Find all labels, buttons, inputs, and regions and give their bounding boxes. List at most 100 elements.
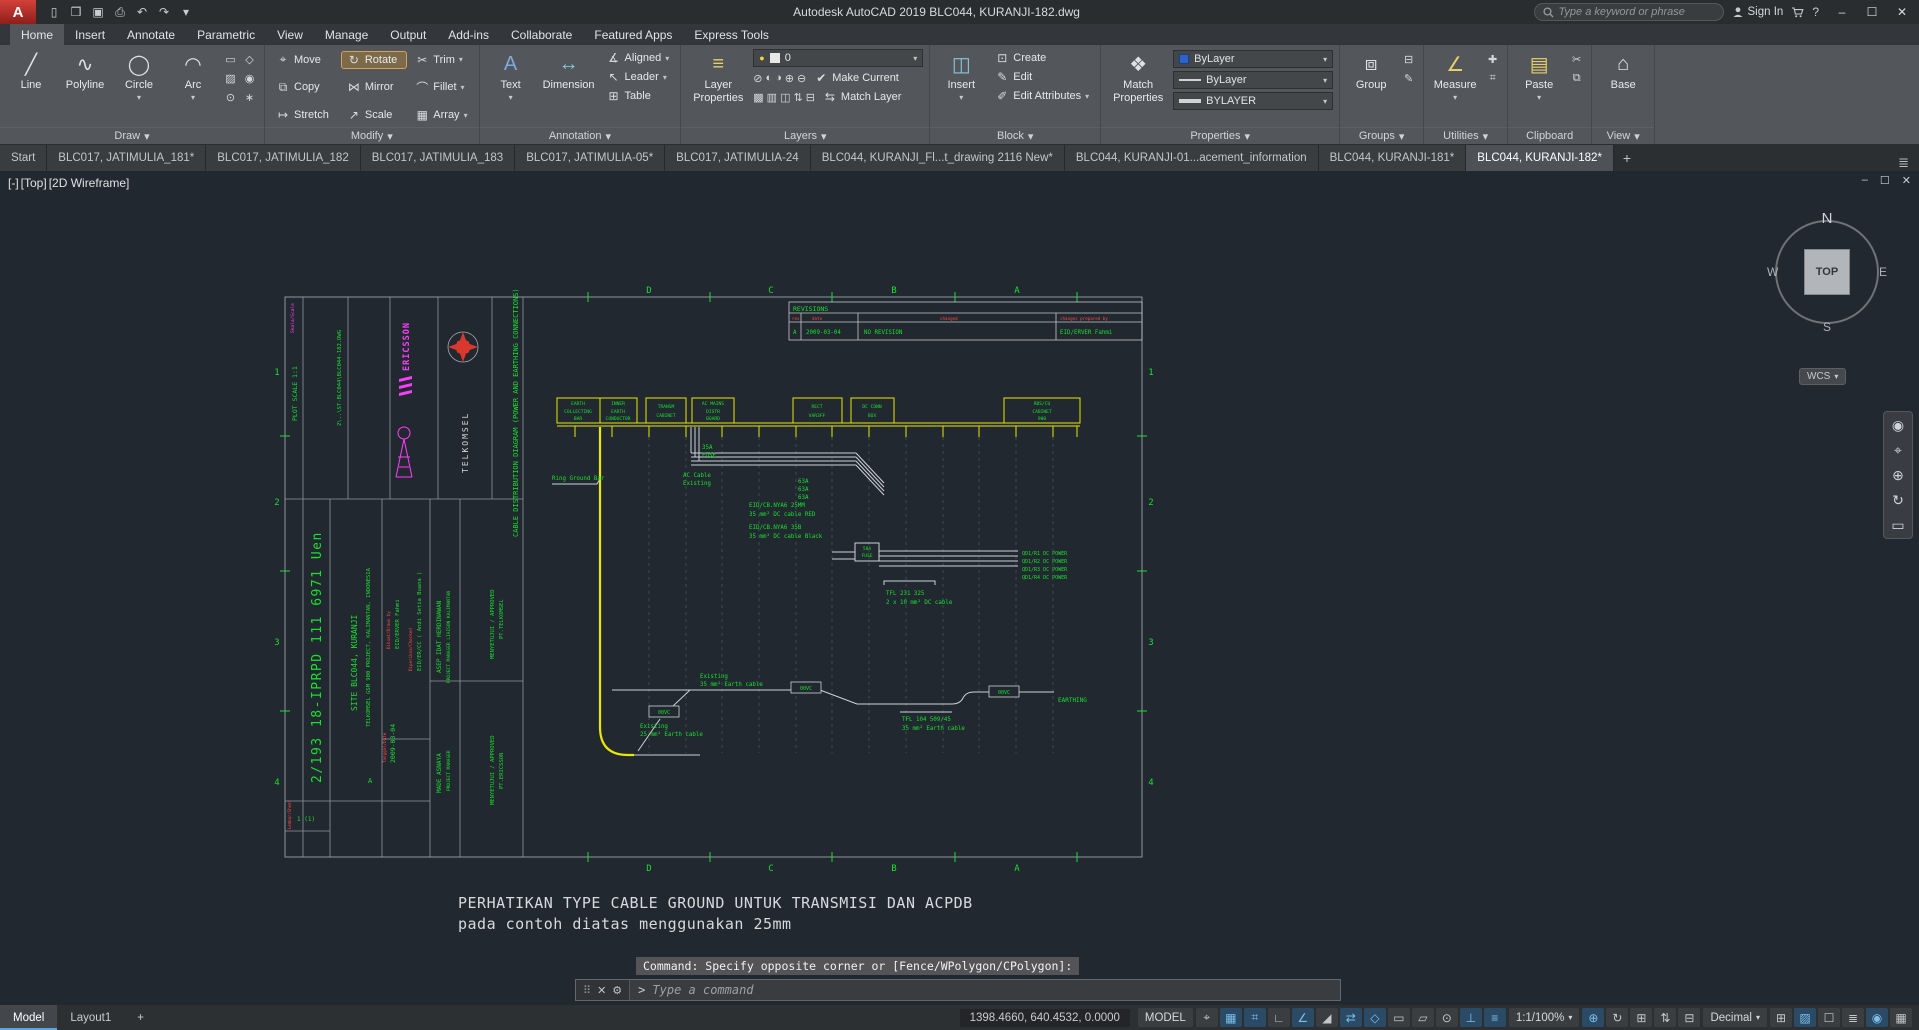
feedback-icon[interactable]: ◉ bbox=[1866, 1008, 1888, 1027]
showmotion-icon[interactable]: ▭ bbox=[1891, 518, 1904, 532]
help-icon[interactable]: ? bbox=[1812, 5, 1819, 19]
layer-delete-icon[interactable]: ⊟ bbox=[806, 91, 815, 104]
display-options-icon[interactable]: ▦ bbox=[1890, 1008, 1912, 1027]
panel-label-groups[interactable]: Groups ▾ bbox=[1340, 127, 1424, 144]
ribbon-tab[interactable]: Output bbox=[379, 24, 437, 45]
layer-walk-icon[interactable]: ◫ bbox=[780, 91, 790, 104]
layer-freeze-icon[interactable]: ⊕ bbox=[785, 72, 794, 85]
new-file-icon[interactable]: ▯ bbox=[44, 2, 64, 22]
polygon-icon[interactable]: ◇ bbox=[241, 51, 258, 68]
ribbon-tab[interactable]: Insert bbox=[64, 24, 116, 45]
circle-button[interactable]: ◯ Circle ▾ bbox=[114, 48, 164, 127]
quick-calc-icon[interactable]: ⌗ bbox=[1484, 70, 1501, 87]
panel-label-clipboard[interactable]: Clipboard bbox=[1508, 127, 1592, 144]
autoscale-icon[interactable]: ↻ bbox=[1606, 1008, 1629, 1027]
ribbon-tab[interactable]: Parametric bbox=[186, 24, 266, 45]
group-button[interactable]: ⧈ Group bbox=[1346, 48, 1396, 127]
customization-menu-icon[interactable]: ≣ bbox=[1842, 1008, 1864, 1027]
dynamic-input-icon[interactable]: ≡ bbox=[1483, 1008, 1506, 1027]
viewcube-east[interactable]: E bbox=[1879, 265, 1887, 279]
mirror-button[interactable]: ⋈ Mirror bbox=[342, 79, 406, 95]
model-tab[interactable]: Model bbox=[0, 1005, 58, 1030]
edit-block-button[interactable]: ✎ Edit bbox=[990, 69, 1094, 85]
layer-off-icon[interactable]: ⊘ bbox=[753, 72, 762, 85]
snap-mode-icon[interactable]: ▦ bbox=[1219, 1008, 1242, 1027]
annotation-scale[interactable]: 1:1/100% ▾ bbox=[1508, 1008, 1580, 1027]
panel-label-layers[interactable]: Layers ▾ bbox=[681, 127, 930, 144]
doc-tab[interactable]: BLC044, KURANJI-182* bbox=[1466, 145, 1614, 171]
layer-thaw-icon[interactable]: ⊖ bbox=[797, 72, 806, 85]
viewcube-west[interactable]: W bbox=[1767, 265, 1778, 279]
base-button[interactable]: ⌂ Base bbox=[1598, 48, 1648, 127]
group-edit-icon[interactable]: ✎ bbox=[1400, 70, 1417, 87]
layer-isolate-icon[interactable]: ◐ bbox=[765, 72, 772, 85]
rectangle-icon[interactable]: ▭ bbox=[222, 51, 239, 68]
point-icon[interactable]: ∗ bbox=[241, 89, 258, 106]
lineweight-icon[interactable]: ▭ bbox=[1387, 1008, 1410, 1027]
object-snap-tracking-icon[interactable]: ⇄ bbox=[1339, 1008, 1362, 1027]
object-isolate-icon[interactable]: ⊞ bbox=[1770, 1008, 1792, 1027]
object-color-select[interactable]: ByLayer ▾ bbox=[1173, 50, 1334, 68]
ellipse-icon[interactable]: ⊙ bbox=[222, 89, 239, 106]
doc-tab[interactable]: BLC017, JATIMULIA_181* bbox=[47, 145, 207, 171]
rotate-button[interactable]: ↻ Rotate bbox=[340, 50, 408, 69]
insert-button[interactable]: ◫ Insert ▾ bbox=[936, 48, 986, 127]
ribbon-tab[interactable]: Add-ins bbox=[437, 24, 500, 45]
viewport-restore-icon[interactable]: ☐ bbox=[1880, 174, 1890, 187]
polar-tracking-icon[interactable]: ∠ bbox=[1291, 1008, 1314, 1027]
viewcube-top-face[interactable]: TOP bbox=[1804, 249, 1850, 295]
grid-display-icon[interactable]: ⌗ bbox=[1243, 1008, 1266, 1027]
isodraft-icon[interactable]: ◢ bbox=[1315, 1008, 1338, 1027]
panel-label-draw[interactable]: Draw ▾ bbox=[0, 127, 264, 144]
fillet-button[interactable]: ⌒ Fillet ▾ bbox=[410, 78, 472, 97]
copy-clip-icon[interactable]: ⧉ bbox=[1568, 70, 1585, 87]
viewport-minimize-icon[interactable]: – bbox=[1862, 174, 1868, 187]
command-customize-icon[interactable]: ⚙ bbox=[612, 984, 622, 997]
stretch-button[interactable]: ↦ Stretch bbox=[271, 107, 338, 123]
layer-unlock-icon[interactable]: ▥ bbox=[767, 91, 777, 104]
doc-tab[interactable]: BLC044, KURANJI_Fl...t_drawing 2116 New* bbox=[810, 145, 1065, 171]
ortho-mode-icon[interactable]: ∟ bbox=[1267, 1008, 1290, 1027]
measure-button[interactable]: ∠ Measure ▾ bbox=[1430, 48, 1480, 127]
ribbon-tab[interactable]: Featured Apps bbox=[583, 24, 683, 45]
autocad-app-button[interactable]: A bbox=[0, 0, 36, 24]
ribbon-tab[interactable]: Express Tools bbox=[683, 24, 779, 45]
ribbon-tab[interactable]: Manage bbox=[314, 24, 379, 45]
orbit-icon[interactable]: ↻ bbox=[1892, 493, 1904, 507]
lineweight-select[interactable]: BYLAYER ▾ bbox=[1173, 92, 1334, 110]
move-button[interactable]: ⌖ Move bbox=[271, 51, 338, 68]
panel-label-modify[interactable]: Modify ▾ bbox=[265, 127, 479, 144]
id-point-icon[interactable]: ✚ bbox=[1484, 51, 1501, 68]
arc-button[interactable]: ◠ Arc ▾ bbox=[168, 48, 218, 127]
hatch-icon[interactable]: ▨ bbox=[222, 70, 239, 87]
donut-icon[interactable]: ◉ bbox=[241, 70, 258, 87]
viewcube[interactable]: N E S W TOP bbox=[1767, 210, 1887, 334]
ribbon-tab[interactable]: Home bbox=[10, 24, 65, 45]
panel-label-block[interactable]: Block ▾ bbox=[930, 127, 1101, 144]
layer-select[interactable]: ● 0 ▾ bbox=[753, 49, 924, 67]
qat-customize-icon[interactable]: ▾ bbox=[176, 2, 196, 22]
command-bar[interactable]: ⠿ ✕ ⚙ > bbox=[575, 979, 1341, 1001]
doc-tab[interactable]: BLC044, KURANJI-01...acement_information bbox=[1064, 145, 1319, 171]
save-icon[interactable]: ▣ bbox=[88, 2, 108, 22]
zoom-icon[interactable]: ⊕ bbox=[1892, 468, 1904, 482]
annotation-visibility-icon[interactable]: ⊕ bbox=[1582, 1008, 1605, 1027]
transparency-icon[interactable]: ▱ bbox=[1411, 1008, 1434, 1027]
workspace-icon[interactable]: ⊞ bbox=[1630, 1008, 1653, 1027]
panel-label-properties[interactable]: Properties ▾ bbox=[1101, 127, 1340, 144]
panel-label-utilities[interactable]: Utilities ▾ bbox=[1424, 127, 1508, 144]
layer-properties-button[interactable]: ≡ Layer Properties bbox=[687, 48, 749, 127]
plot-icon[interactable]: ⎙ bbox=[110, 2, 130, 22]
viewcube-south[interactable]: S bbox=[1823, 320, 1831, 334]
ribbon-tab[interactable]: Collaborate bbox=[500, 24, 583, 45]
window-minimize-icon[interactable]: – bbox=[1827, 0, 1857, 24]
doc-tab[interactable]: Start bbox=[0, 145, 48, 171]
cut-icon[interactable]: ✂ bbox=[1568, 51, 1585, 68]
layer-lock-icon[interactable]: ▩ bbox=[753, 91, 763, 104]
object-snap-icon[interactable]: ◇ bbox=[1363, 1008, 1386, 1027]
clean-screen-icon[interactable]: ☐ bbox=[1818, 1008, 1840, 1027]
doc-tab[interactable]: BLC017, JATIMULIA_182 bbox=[206, 145, 361, 171]
drawing-canvas[interactable]: DCBA DCBA 1234 1234 Skala/Scale PLOT SCA… bbox=[0, 171, 1919, 1005]
viewport-close-icon[interactable]: ✕ bbox=[1902, 174, 1911, 187]
text-button[interactable]: A Text ▾ bbox=[486, 48, 536, 127]
